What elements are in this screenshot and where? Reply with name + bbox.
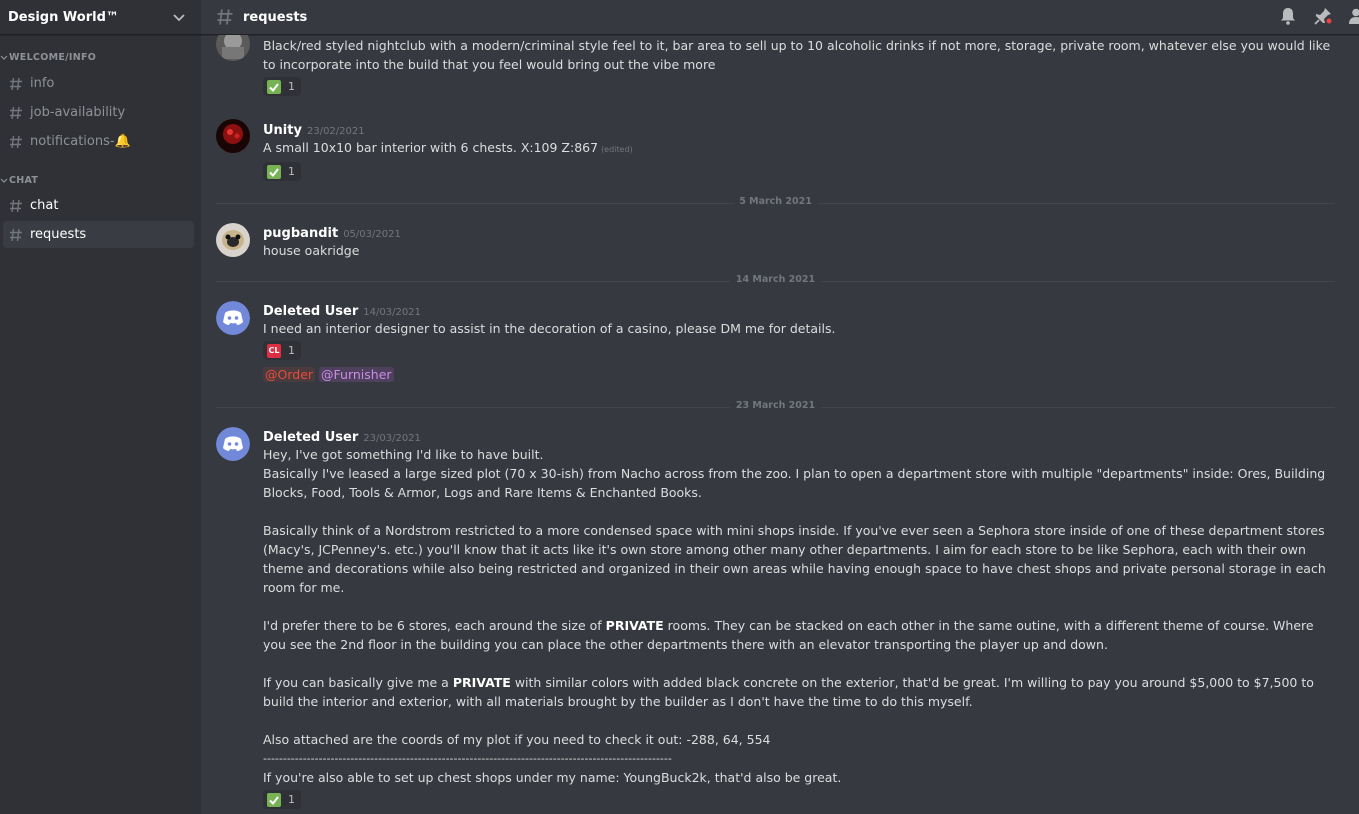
category-welcome-info[interactable]: WELCOME/INFO bbox=[0, 52, 96, 63]
channel-sidebar: Design World™ WELCOME/INFO info job-avai… bbox=[0, 0, 201, 814]
channel-label: chat bbox=[30, 198, 59, 213]
avatar[interactable] bbox=[216, 427, 250, 461]
reaction-check[interactable]: 1 bbox=[263, 790, 301, 809]
server-header[interactable]: Design World™ bbox=[0, 0, 201, 35]
reaction-count: 1 bbox=[288, 80, 295, 93]
category-chat[interactable]: CHAT bbox=[0, 175, 38, 186]
hash-icon bbox=[10, 106, 22, 119]
check-emoji-icon bbox=[267, 164, 281, 179]
message-timestamp: 14/03/2021 bbox=[363, 307, 421, 318]
message: Deleted User 23/03/2021 Hey, I've got som… bbox=[263, 426, 1335, 811]
server-name: Design World™ bbox=[8, 9, 119, 25]
date-divider-label: 14 March 2021 bbox=[729, 274, 822, 285]
message-paragraph: If you can basically give me a PRIVATE w… bbox=[263, 675, 1314, 709]
chevron-down-icon bbox=[0, 55, 8, 60]
channel-title: requests bbox=[243, 9, 308, 25]
message-text: house oakridge bbox=[263, 243, 360, 258]
message-author[interactable]: Unity bbox=[263, 123, 302, 138]
date-divider: 14 March 2021 bbox=[216, 274, 1335, 285]
message: Unity 23/02/2021 A small 10x10 bar interi… bbox=[263, 119, 1335, 183]
check-emoji-icon bbox=[267, 792, 281, 807]
role-mention-order[interactable]: @Order bbox=[263, 367, 316, 382]
message-timestamp: 23/02/2021 bbox=[306, 126, 365, 137]
message-author[interactable]: pugbandit bbox=[263, 226, 338, 241]
chevron-down-icon bbox=[0, 178, 8, 183]
check-emoji-icon bbox=[267, 79, 281, 94]
message-text: I need an interior designer to assist in… bbox=[263, 321, 836, 336]
channel-job-availability[interactable]: job-availability bbox=[3, 99, 194, 126]
reaction-count: 1 bbox=[288, 344, 295, 357]
hash-icon bbox=[217, 9, 233, 25]
channel-requests[interactable]: requests bbox=[3, 221, 194, 248]
date-divider: 23 March 2021 bbox=[216, 400, 1335, 411]
message-text: Black/red styled nightclub with a modern… bbox=[263, 38, 1331, 72]
date-divider: 5 March 2021 bbox=[216, 196, 1335, 207]
message-paragraph: Basically think of a Nordstrom restricte… bbox=[263, 523, 1326, 595]
message-author[interactable]: Deleted User bbox=[263, 430, 358, 445]
date-divider-label: 23 March 2021 bbox=[729, 400, 822, 411]
reaction-count: 1 bbox=[288, 793, 295, 806]
date-divider-label: 5 March 2021 bbox=[733, 196, 818, 207]
pin-icon[interactable] bbox=[1313, 6, 1333, 26]
message-author[interactable]: Deleted User bbox=[263, 304, 358, 319]
avatar[interactable] bbox=[216, 119, 250, 153]
edited-label: (edited) bbox=[601, 145, 633, 154]
channel-header: requests bbox=[201, 0, 1359, 35]
dash-separator: ----------------------------------------… bbox=[263, 752, 672, 765]
reaction-cl[interactable]: CL 1 bbox=[263, 341, 301, 360]
bell-icon[interactable] bbox=[1278, 6, 1298, 26]
message: Black/red styled nightclub with a modern… bbox=[263, 36, 1335, 98]
reaction-check[interactable]: 1 bbox=[263, 162, 301, 181]
message-paragraph: Basically I've leased a large sized plot… bbox=[263, 466, 1326, 500]
message-line: Hey, I've got something I'd like to have… bbox=[263, 447, 544, 462]
message-paragraph: Also attached are the coords of my plot … bbox=[263, 732, 771, 747]
bold-text: PRIVATE bbox=[605, 618, 664, 633]
bold-text: PRIVATE bbox=[452, 675, 511, 690]
hash-icon bbox=[10, 199, 22, 212]
category-label: WELCOME/INFO bbox=[9, 52, 97, 63]
channel-label: notifications-🔔 bbox=[30, 134, 131, 149]
channel-notifications[interactable]: notifications-🔔 bbox=[3, 128, 194, 155]
reaction-count: 1 bbox=[288, 165, 295, 178]
channel-label: job-availability bbox=[30, 105, 126, 120]
category-label: CHAT bbox=[9, 175, 39, 186]
chevron-down-icon bbox=[173, 14, 185, 22]
avatar[interactable] bbox=[216, 301, 250, 335]
cl-emoji-icon: CL bbox=[267, 343, 281, 358]
reaction-check[interactable]: 1 bbox=[263, 77, 301, 96]
message-text: A small 10x10 bar interior with 6 chests… bbox=[263, 140, 599, 155]
message-timestamp: 05/03/2021 bbox=[343, 229, 401, 240]
channel-label: requests bbox=[30, 227, 87, 242]
members-icon[interactable] bbox=[1347, 6, 1359, 26]
channel-info[interactable]: info bbox=[3, 70, 194, 97]
message-timestamp: 23/03/2021 bbox=[363, 433, 421, 444]
message-paragraph: I'd prefer there to be 6 stores, each ar… bbox=[263, 618, 1314, 652]
message-paragraph: If you're also able to set up chest shop… bbox=[263, 770, 842, 785]
avatar[interactable] bbox=[216, 223, 250, 257]
hash-icon bbox=[10, 135, 22, 148]
hash-icon bbox=[10, 77, 22, 90]
role-mention-furnisher[interactable]: @Furnisher bbox=[319, 367, 394, 382]
message: Deleted User 14/03/2021 I need an interio… bbox=[263, 300, 1335, 383]
message: pugbandit 05/03/2021 house oakridge bbox=[263, 222, 1335, 260]
channel-label: info bbox=[30, 76, 55, 91]
avatar[interactable] bbox=[216, 35, 250, 61]
channel-chat[interactable]: chat bbox=[3, 192, 194, 219]
hash-icon bbox=[10, 228, 22, 241]
message-list: Black/red styled nightclub with a modern… bbox=[201, 35, 1359, 814]
